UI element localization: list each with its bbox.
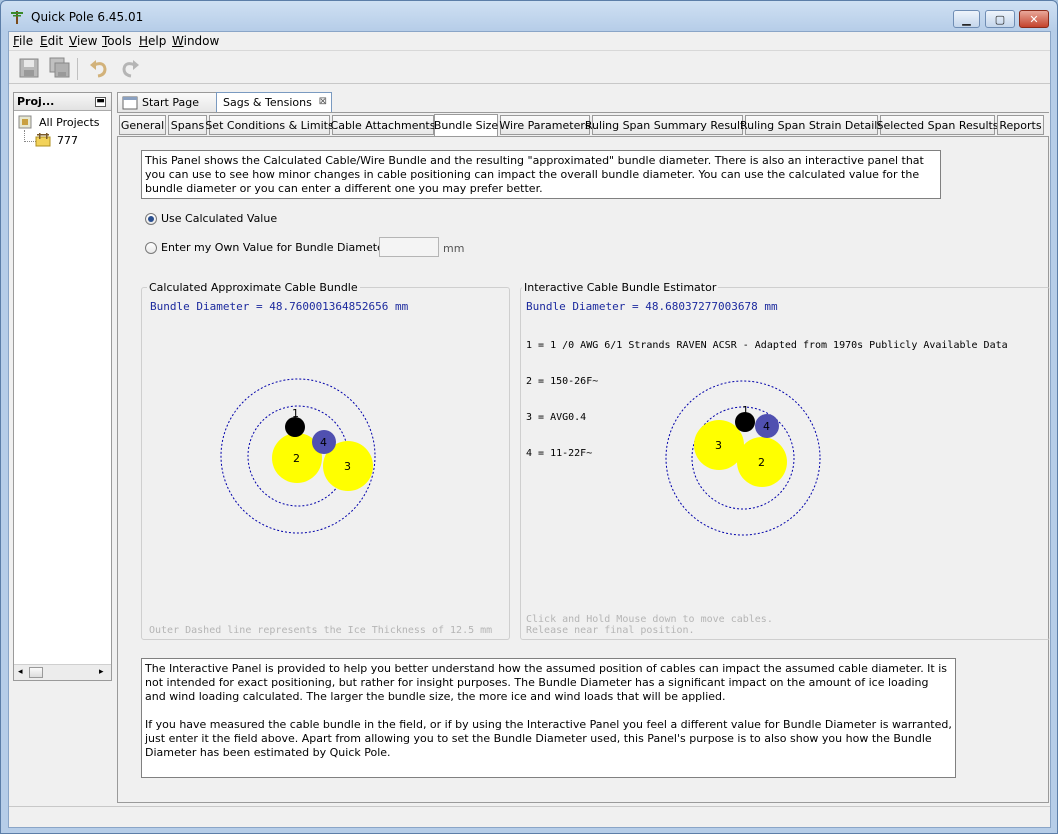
interactive-bundle-drawing[interactable]: 1 2 3 4: [664, 379, 824, 539]
legend-item: 1 = 1 /0 AWG 6/1 Strands RAVEN ACSR - Ad…: [526, 340, 1008, 351]
calculated-bundle-group: Calculated Approximate Cable Bundle Bund…: [141, 281, 510, 640]
minimize-panel-icon: ▬: [96, 96, 105, 106]
tab-start-page-label: Start Page: [142, 96, 199, 109]
subtab-selected-span-results[interactable]: Selected Span Results: [876, 115, 999, 135]
tree-item-all-projects[interactable]: All Projects: [39, 116, 100, 129]
app-logo-icon: [11, 11, 23, 24]
cable-4-label: 4: [763, 420, 770, 433]
save-button[interactable]: [16, 55, 42, 81]
tab-divider: [117, 112, 1049, 113]
menu-edit[interactable]: Edit: [40, 34, 63, 48]
menu-window[interactable]: Window: [172, 34, 219, 48]
save-all-button[interactable]: [47, 55, 73, 81]
scroll-left-icon[interactable]: ◂: [18, 667, 23, 677]
redo-icon: [122, 60, 139, 78]
menu-bar: File Edit View Tools Help Window: [9, 32, 1050, 51]
minimize-icon: ▁: [962, 12, 971, 26]
subtab-general[interactable]: General: [119, 115, 166, 135]
interactive-bundle-diameter: Bundle Diameter = 48.68037277003678 mm: [526, 300, 778, 313]
cable-3-label: 3: [715, 439, 722, 452]
undo-icon: [90, 60, 107, 78]
info-paragraph-2: If you have measured the cable bundle in…: [145, 718, 952, 759]
cable-2-label: 2: [758, 456, 765, 469]
menu-tools[interactable]: Tools: [102, 34, 132, 48]
menu-file[interactable]: File: [13, 34, 33, 48]
unit-label: mm: [443, 242, 465, 255]
cable-3-label: 3: [344, 460, 351, 473]
subtab-wire-parameters[interactable]: Wire Parameters: [499, 115, 591, 135]
projects-horizontal-scrollbar[interactable]: ◂ ▸: [14, 664, 111, 680]
document-area: Start Page Sags & Tensions ⊠ General Spa…: [117, 92, 1050, 803]
tree-item-project[interactable]: 777: [57, 134, 78, 147]
calculated-bundle-drawing: 1 2 3 4: [220, 378, 376, 534]
cable-2-label: 2: [293, 452, 300, 465]
use-calculated-radio[interactable]: [145, 213, 157, 225]
bundle-diameter-input[interactable]: [379, 237, 439, 257]
calculated-bundle-diameter: Bundle Diameter = 48.760001364852656 mm: [150, 300, 409, 313]
close-tab-icon[interactable]: ⊠: [319, 96, 327, 107]
bundle-size-panel: This Panel shows the Calculated Cable/Wi…: [117, 136, 1050, 803]
redo-button[interactable]: [117, 55, 143, 81]
menu-help[interactable]: Help: [139, 34, 166, 48]
tab-sags-tensions-label: Sags & Tensions: [223, 96, 312, 109]
subtab-bundle-size[interactable]: Bundle Size: [434, 114, 498, 136]
intro-text: This Panel shows the Calculated Cable/Wi…: [145, 154, 924, 195]
projects-panel-header: Proj... ▬: [14, 93, 111, 111]
status-bar: [9, 806, 1050, 827]
subtab-ruling-span-strain[interactable]: Ruling Span Strain Details: [740, 115, 883, 135]
info-text-box: The Interactive Panel is provided to hel…: [141, 658, 956, 778]
window-title: Quick Pole 6.45.01: [31, 10, 144, 24]
cable-1-label: 1: [742, 404, 749, 417]
projects-panel: Proj... ▬ All Projects 777 ◂ ▸: [13, 92, 112, 681]
cable-1-label: 1: [292, 407, 299, 420]
own-value-label: Enter my Own Value for Bundle Diameter: [161, 241, 389, 254]
projects-panel-title: Proj...: [17, 95, 55, 108]
toolbar: [9, 52, 1050, 84]
subtab-set-conditions[interactable]: Set Conditions & Limits: [205, 115, 334, 135]
all-projects-icon: [18, 115, 32, 129]
cable-4-label: 4: [320, 436, 327, 449]
save-icon: [19, 58, 39, 78]
maximize-button[interactable]: ▢: [985, 10, 1015, 28]
info-paragraph-1: The Interactive Panel is provided to hel…: [145, 662, 948, 703]
save-all-icon: [49, 57, 70, 78]
own-value-radio[interactable]: [145, 242, 157, 254]
subtab-ruling-span-summary[interactable]: Ruling Span Summary Results: [585, 115, 750, 135]
interactive-bundle-group[interactable]: Interactive Cable Bundle Estimator Bundl…: [520, 281, 1050, 640]
interactive-hint-2: Release near final position.: [526, 625, 695, 636]
collapse-panel-button[interactable]: ▬: [95, 97, 106, 107]
use-calculated-label: Use Calculated Value: [161, 212, 278, 225]
start-page-icon: [122, 96, 138, 109]
interactive-bundle-title: Interactive Cable Bundle Estimator: [522, 281, 719, 294]
interactive-hint-1: Click and Hold Mouse down to move cables…: [526, 614, 773, 625]
close-button[interactable]: ✕: [1019, 10, 1049, 28]
calculated-footer-note: Outer Dashed line represents the Ice Thi…: [149, 625, 493, 636]
client-area: File Edit View Tools Help Window Proj...…: [8, 31, 1051, 828]
scrollbar-thumb[interactable]: [29, 667, 43, 678]
project-folder-icon: [35, 133, 51, 147]
minimize-button[interactable]: ▁: [953, 10, 980, 28]
tab-sags-tensions[interactable]: Sags & Tensions ⊠: [216, 92, 332, 112]
tab-start-page[interactable]: Start Page: [117, 92, 217, 112]
subtab-spans[interactable]: Spans: [168, 115, 207, 135]
title-bar[interactable]: Quick Pole 6.45.01 ▁ ▢ ✕: [1, 1, 1057, 31]
cable-1: [285, 417, 305, 437]
undo-button[interactable]: [86, 55, 112, 81]
close-icon: ✕: [1029, 12, 1039, 26]
subtab-reports[interactable]: Reports: [997, 115, 1044, 135]
maximize-icon: ▢: [994, 12, 1006, 26]
scroll-right-icon[interactable]: ▸: [99, 667, 104, 677]
toolbar-separator: [77, 58, 78, 80]
subtab-cable-attachments[interactable]: Cable Attachments: [331, 115, 435, 135]
app-window: Quick Pole 6.45.01 ▁ ▢ ✕ File Edit View …: [0, 0, 1058, 834]
intro-text-box: This Panel shows the Calculated Cable/Wi…: [141, 150, 941, 199]
menu-view[interactable]: View: [69, 34, 97, 48]
calculated-bundle-title: Calculated Approximate Cable Bundle: [147, 281, 360, 294]
